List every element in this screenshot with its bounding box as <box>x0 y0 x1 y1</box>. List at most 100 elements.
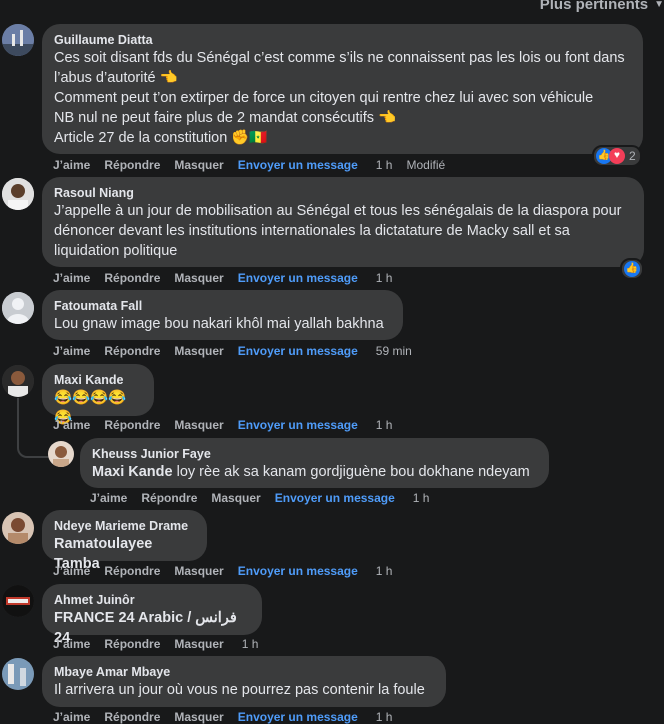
comment-time[interactable]: 1 h <box>376 710 393 724</box>
comment-actions: J’aime Répondre Masquer Envoyer un messa… <box>53 158 459 172</box>
reply-button[interactable]: Répondre <box>104 418 160 432</box>
chevron-down-icon: ▼ <box>654 0 664 10</box>
comment-author[interactable]: Guillaume Diatta <box>54 32 631 48</box>
comment-actions: J’aime Répondre Masquer Envoyer un messa… <box>53 710 406 724</box>
comment-author[interactable]: Mbaye Amar Mbaye <box>54 664 434 680</box>
reply-button[interactable]: Répondre <box>104 158 160 172</box>
comment-author[interactable]: Ahmet Juinôr <box>54 592 250 608</box>
avatar-image-icon <box>2 658 34 690</box>
like-button[interactable]: J’aime <box>53 344 90 358</box>
comment-author[interactable]: Kheuss Junior Faye <box>92 446 537 462</box>
comment-text-line: Maxi Kande loy rèe ak sa kanam gordjiguè… <box>92 462 537 482</box>
sort-label: Plus pertinents <box>539 0 649 13</box>
comment-actions: J’aime Répondre Masquer Envoyer un messa… <box>53 344 426 358</box>
comment-text-line: Lou gnaw image bou nakari khôl mai yalla… <box>54 316 384 332</box>
comment-author[interactable]: Ndeye Marieme Drame <box>54 518 195 534</box>
avatar[interactable] <box>2 24 34 56</box>
comment-bubble: Fatoumata Fall Lou gnaw image bou nakari… <box>42 290 403 340</box>
avatar[interactable] <box>2 178 34 210</box>
avatar-image-icon <box>2 365 34 397</box>
reaction-summary[interactable]: 👍 ♥ 2 <box>592 145 642 167</box>
comment-time[interactable]: 1 h <box>376 158 393 172</box>
send-message-button[interactable]: Envoyer un message <box>238 344 358 358</box>
avatar[interactable] <box>2 292 34 324</box>
hide-button[interactable]: Masquer <box>174 158 223 172</box>
like-button[interactable]: J’aime <box>53 271 90 285</box>
comment-time[interactable]: 1 h <box>376 418 393 432</box>
comment-bubble: Rasoul Niang J’appelle à un jour de mobi… <box>42 177 644 267</box>
comment-time[interactable]: 59 min <box>376 344 412 358</box>
sort-dropdown[interactable]: Plus pertinents ▼ <box>540 0 664 13</box>
reply-button[interactable]: Répondre <box>104 637 160 651</box>
avatar-image-icon <box>2 512 34 544</box>
love-icon: ♥ <box>609 148 625 164</box>
hide-button[interactable]: Masquer <box>174 637 223 651</box>
like-button[interactable]: J’aime <box>53 637 90 651</box>
comment-text-line: Comment peut t’on extirper de force un c… <box>54 90 594 106</box>
reaction-summary[interactable]: 👍 <box>620 258 644 280</box>
send-message-button[interactable]: Envoyer un message <box>238 710 358 724</box>
avatar-image-icon <box>2 24 34 56</box>
reply-button[interactable]: Répondre <box>104 564 160 578</box>
like-button[interactable]: J’aime <box>53 158 90 172</box>
send-message-button[interactable]: Envoyer un message <box>238 158 358 172</box>
comment-actions: J’aime Répondre Masquer Envoyer un messa… <box>53 271 406 285</box>
avatar[interactable] <box>2 512 34 544</box>
comment-bubble: Kheuss Junior Faye Maxi Kande loy rèe ak… <box>80 438 549 488</box>
like-icon: 👍 <box>624 261 640 277</box>
comment-bubble: Maxi Kande 😂😂😂😂😂 <box>42 364 154 426</box>
avatar[interactable] <box>2 365 34 397</box>
avatar[interactable] <box>2 585 34 617</box>
hide-button[interactable]: Masquer <box>174 564 223 578</box>
comment-text-line: l’abus d’autorité 👈 <box>54 70 178 86</box>
default-avatar-icon <box>2 292 34 324</box>
comment-bubble: Ndeye Marieme Drame Ramatoulayee Tamba <box>42 510 207 572</box>
comment-text-line: Il arrivera un jour où vous ne pourrez p… <box>54 682 425 698</box>
comment-time[interactable]: 1 h <box>413 491 430 505</box>
comment-text-line: dénoncer devant les institutions interna… <box>54 223 570 239</box>
comment-actions: J’aime Répondre Masquer Envoyer un messa… <box>90 491 443 505</box>
hide-button[interactable]: Masquer <box>174 271 223 285</box>
comment-bubble: Ahmet Juinôr FRANCE 24 Arabic / فرانس 24 <box>42 584 262 646</box>
mention-link[interactable]: Maxi Kande <box>92 464 173 480</box>
hide-button[interactable]: Masquer <box>174 344 223 358</box>
reply-button[interactable]: Répondre <box>104 271 160 285</box>
comment-text-line: Ces soit disant fds du Sénégal c’est com… <box>54 50 625 66</box>
reply-button[interactable]: Répondre <box>141 491 197 505</box>
comment-bubble: Guillaume Diatta Ces soit disant fds du … <box>42 24 643 154</box>
reply-thread-line <box>17 398 49 458</box>
reaction-count: 2 <box>629 149 636 163</box>
comment-author[interactable]: Fatoumata Fall <box>54 298 391 314</box>
reply-button[interactable]: Répondre <box>104 344 160 358</box>
avatar-image-icon <box>2 178 34 210</box>
comment-author[interactable]: Rasoul Niang <box>54 185 632 201</box>
comment-text-line: liquidation politique <box>54 243 178 259</box>
comment-author[interactable]: Maxi Kande <box>54 372 142 388</box>
send-message-button[interactable]: Envoyer un message <box>275 491 395 505</box>
hide-button[interactable]: Masquer <box>174 710 223 724</box>
send-message-button[interactable]: Envoyer un message <box>238 418 358 432</box>
comment-text-line: Article 27 de la constitution ✊🇸🇳 <box>54 130 268 146</box>
send-message-button[interactable]: Envoyer un message <box>238 564 358 578</box>
comment-time[interactable]: 1 h <box>376 564 393 578</box>
avatar-image-icon <box>2 585 34 617</box>
like-button[interactable]: J’aime <box>53 710 90 724</box>
hide-button[interactable]: Masquer <box>174 418 223 432</box>
like-button[interactable]: J’aime <box>90 491 127 505</box>
hide-button[interactable]: Masquer <box>211 491 260 505</box>
avatar[interactable] <box>2 658 34 690</box>
reply-button[interactable]: Répondre <box>104 710 160 724</box>
like-button[interactable]: J’aime <box>53 418 90 432</box>
comment-time[interactable]: 1 h <box>242 637 259 651</box>
comment-text-line: J’appelle à un jour de mobilisation au S… <box>54 203 622 219</box>
comment-time[interactable]: 1 h <box>376 271 393 285</box>
comment-text: loy rèe ak sa kanam gordjiguène bou dokh… <box>172 464 530 480</box>
like-button[interactable]: J’aime <box>53 564 90 578</box>
avatar-image-icon <box>48 441 74 467</box>
send-message-button[interactable]: Envoyer un message <box>238 271 358 285</box>
avatar[interactable] <box>48 441 74 467</box>
edited-label: Modifié <box>406 158 446 172</box>
comment-text-line: NB nul ne peut faire plus de 2 mandat co… <box>54 110 397 126</box>
comment-actions: J’aime Répondre Masquer Envoyer un messa… <box>53 418 406 432</box>
comment-actions: J’aime Répondre Masquer 1 h <box>53 637 272 651</box>
